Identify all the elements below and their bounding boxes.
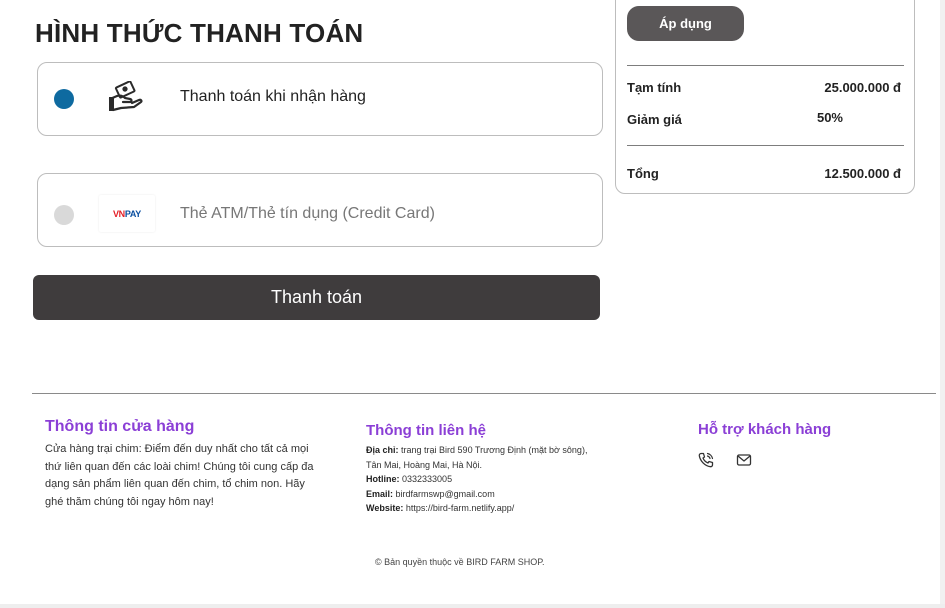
vnpay-logo: VN PAY xyxy=(99,195,155,232)
footer-support-title: Hỗ trợ khách hàng xyxy=(698,421,832,438)
footer-store-title: Thông tin cửa hàng xyxy=(45,418,195,435)
store-text-line: ghé thăm chúng tôi ngay hôm nay! xyxy=(45,495,214,508)
divider xyxy=(627,65,904,66)
discount-label: Giảm giá xyxy=(627,112,682,127)
subtotal-value: 25.000.000 đ xyxy=(824,80,901,95)
footer-divider xyxy=(32,393,936,394)
address-label: Địa chỉ: xyxy=(366,445,399,455)
website-link[interactable]: https://bird-farm.netlify.app/ xyxy=(406,503,514,513)
address-value: trang trại Bird 590 Trương Định (mặt bờ … xyxy=(401,445,588,455)
hotline-value: 0332333005 xyxy=(402,474,453,484)
mail-icon[interactable] xyxy=(736,452,752,468)
payment-option-label: Thẻ ATM/Thẻ tín dụng (Credit Card) xyxy=(180,205,435,222)
footer-contact-title: Thông tin liên hệ xyxy=(366,422,486,439)
payment-option-label: Thanh toán khi nhận hàng xyxy=(180,88,366,105)
payment-option-card[interactable]: VN PAY Thẻ ATM/Thẻ tín dụng (Credit Card) xyxy=(37,173,603,247)
hotline-label: Hotline: xyxy=(366,474,400,484)
vnpay-logo-pay: PAY xyxy=(124,208,142,219)
scrollbar-track[interactable] xyxy=(940,0,945,608)
store-text-line: Cửa hàng trại chim: Điểm đến duy nhất ch… xyxy=(45,443,309,455)
order-summary: Áp dụng Tạm tính 25.000.000 đ Giảm giá 5… xyxy=(615,0,915,194)
subtotal-label: Tạm tính xyxy=(627,80,682,95)
vnpay-logo-vn: VN xyxy=(112,208,125,219)
divider xyxy=(627,145,904,146)
copyright-text: © Bản quyền thuộc về BIRD FARM SHOP. xyxy=(375,557,545,567)
page-bottom-edge xyxy=(0,604,945,608)
phone-icon[interactable] xyxy=(698,452,714,468)
email-value[interactable]: birdfarmswp@gmail.com xyxy=(396,489,495,499)
discount-value: 50% xyxy=(816,110,843,125)
radio-selected[interactable] xyxy=(54,89,74,109)
page-title: HÌNH THỨC THANH TOÁN xyxy=(35,18,364,48)
website-label: Website: xyxy=(366,503,404,513)
apply-coupon-button[interactable]: Áp dụng xyxy=(627,6,744,41)
cash-on-delivery-icon xyxy=(108,81,143,112)
radio-unselected[interactable] xyxy=(54,205,74,225)
email-label: Email: xyxy=(366,488,394,499)
footer-store-text: Cửa hàng trại chim: Điểm đến duy nhất ch… xyxy=(45,441,313,511)
footer-contact-info: Địa chỉ: trang trại Bird 590 Trương Định… xyxy=(366,443,587,516)
address-value: Tân Mai, Hoàng Mai, Hà Nội. xyxy=(366,459,483,470)
payment-option-cod[interactable]: Thanh toán khi nhận hàng xyxy=(37,62,603,136)
pay-button[interactable]: Thanh toán xyxy=(33,275,600,320)
total-label: Tổng xyxy=(627,166,659,181)
total-value: 12.500.000 đ xyxy=(824,166,901,181)
store-text-line: thứ liên quan đến các loài chim! Chúng t… xyxy=(45,460,314,473)
store-text-line: dạng sản phẩm liên quan đến chim, tổ chi… xyxy=(45,478,305,490)
